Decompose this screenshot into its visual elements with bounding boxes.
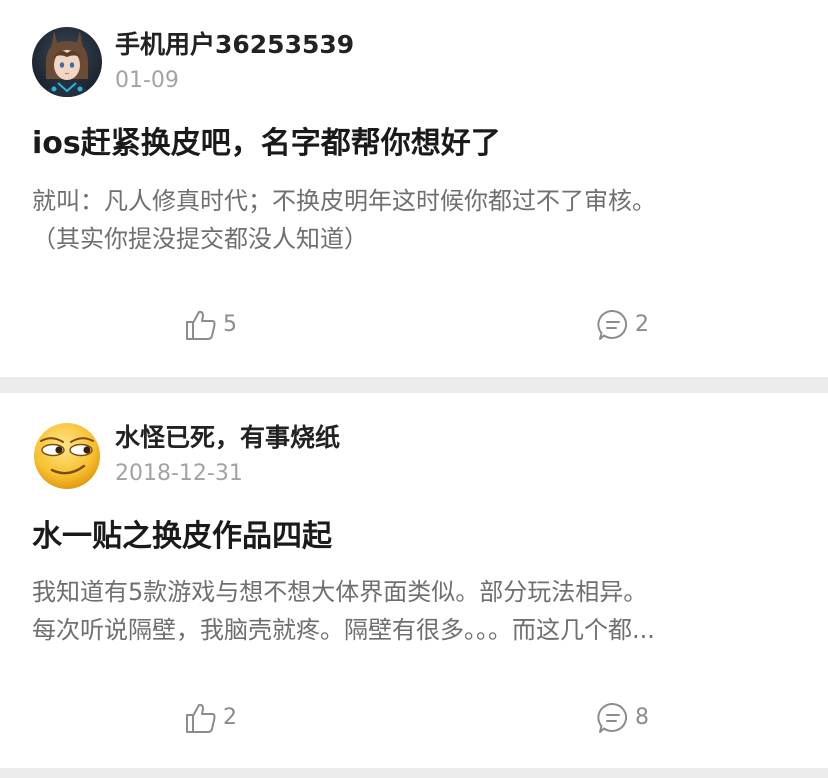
post-actions: 5 2: [0, 305, 828, 345]
post-meta: 手机用户36253539 01-09: [115, 29, 354, 96]
avatar[interactable]: [32, 27, 102, 97]
like-count: 5: [223, 312, 237, 337]
comment-button[interactable]: 8: [596, 698, 649, 738]
comment-bubble-icon: [597, 702, 628, 733]
anime-girl-avatar-icon: [32, 27, 102, 97]
body-line: 就叫：凡人修真时代；不换皮明年这时候你都过不了审核。: [32, 187, 656, 215]
post-title[interactable]: ios赶紧换皮吧，名字都帮你想好了: [32, 124, 501, 164]
username[interactable]: 水怪已死，有事烧纸: [115, 422, 340, 454]
post-meta: 水怪已死，有事烧纸 2018-12-31: [115, 422, 340, 489]
post-feed: 手机用户36253539 01-09 ios赶紧换皮吧，名字都帮你想好了 就叫：…: [0, 0, 828, 778]
comment-count: 2: [635, 312, 649, 337]
comment-bubble-icon: [597, 309, 628, 340]
post-body[interactable]: 我知道有5款游戏与想不想大体界面类似。部分玩法相异。 每次听说隔壁，我脑壳就疼。…: [32, 573, 796, 649]
post-actions: 2 8: [0, 698, 828, 738]
thumbs-up-icon: [186, 310, 216, 340]
username[interactable]: 手机用户36253539: [115, 29, 354, 61]
post-header: 水怪已死，有事烧纸 2018-12-31: [32, 420, 340, 490]
divider: [0, 768, 828, 778]
like-count: 2: [223, 705, 237, 730]
divider: [0, 377, 828, 393]
body-line: 我知道有5款游戏与想不想大体界面类似。部分玩法相异。: [32, 578, 648, 606]
post-body[interactable]: 就叫：凡人修真时代；不换皮明年这时候你都过不了审核。 （其实你提没提交都没人知道…: [32, 182, 796, 258]
post-card[interactable]: 手机用户36253539 01-09 ios赶紧换皮吧，名字都帮你想好了 就叫：…: [0, 0, 828, 377]
comment-button[interactable]: 2: [596, 305, 649, 345]
post-date: 01-09: [115, 67, 179, 93]
avatar[interactable]: [32, 420, 102, 490]
smirk-emoji-avatar-icon: [32, 420, 102, 490]
post-card[interactable]: 水怪已死，有事烧纸 2018-12-31 水一贴之换皮作品四起 我知道有5款游戏…: [0, 393, 828, 768]
post-date: 2018-12-31: [115, 460, 243, 486]
body-line: 每次听说隔壁，我脑壳就疼。隔壁有很多。。。而这几个都...: [32, 616, 655, 644]
like-button[interactable]: 5: [184, 305, 237, 345]
body-line: （其实你提没提交都没人知道）: [32, 225, 368, 253]
comment-count: 8: [635, 705, 649, 730]
post-title[interactable]: 水一贴之换皮作品四起: [32, 517, 332, 557]
thumbs-up-icon: [186, 703, 216, 733]
like-button[interactable]: 2: [184, 698, 237, 738]
post-header: 手机用户36253539 01-09: [32, 27, 354, 97]
